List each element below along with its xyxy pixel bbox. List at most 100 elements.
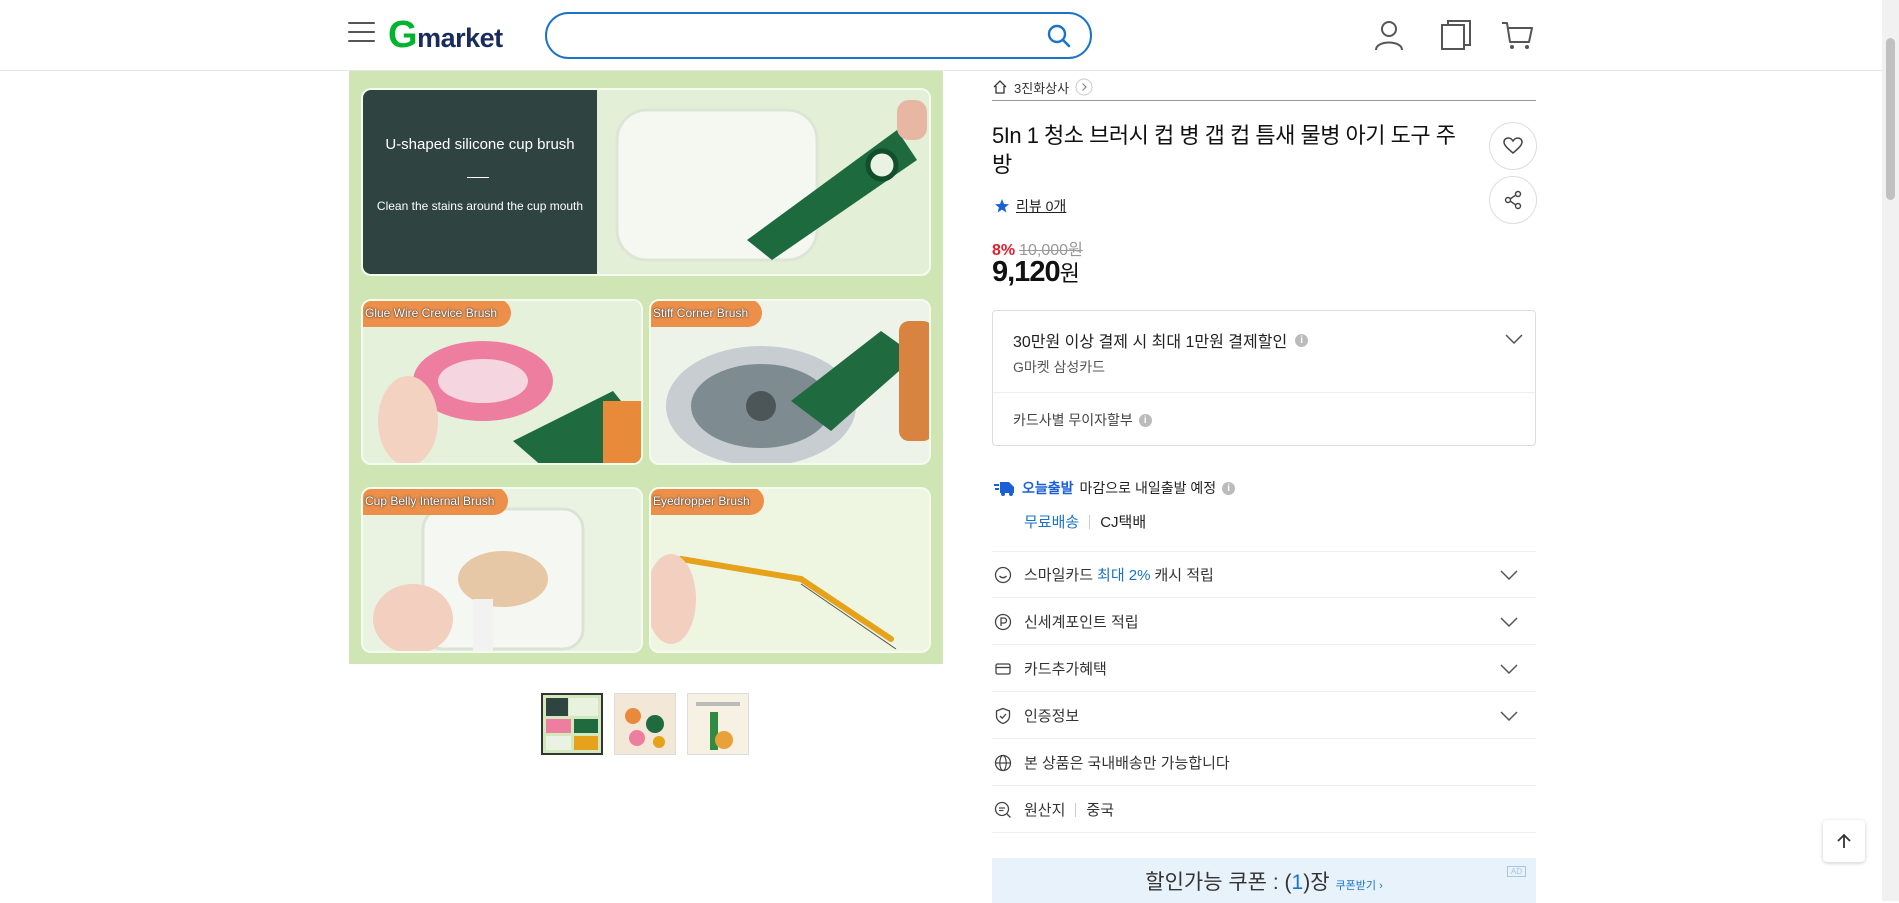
image-panel-eyedropper: Eyedropper Brush [649, 487, 931, 653]
info-icon[interactable]: i [1222, 481, 1236, 495]
image-panel-top: U-shaped silicone cup brush Clean the st… [361, 88, 931, 276]
get-coupon-link[interactable]: 쿠폰받기 › [1336, 880, 1383, 892]
scrollbar-thumb[interactable] [1886, 38, 1895, 200]
divider [1075, 802, 1077, 817]
divider [1089, 514, 1091, 529]
sale-price: 9,120원 [992, 256, 1080, 289]
carrier: CJ택배 [1100, 514, 1147, 531]
menu-icon[interactable] [348, 22, 375, 44]
product-main-image[interactable]: U-shaped silicone cup brush Clean the st… [349, 71, 943, 664]
seller-link[interactable]: 3진화상사 [992, 73, 1093, 101]
thumbnail-strip [541, 693, 749, 755]
tag-eyedropper: Eyedropper Brush [651, 489, 764, 515]
chevron-down-icon[interactable] [1505, 334, 1523, 344]
caption-divider [467, 177, 489, 178]
card-discount-text: 30만원 이상 결제 시 최대 1만원 결제할인 [1013, 334, 1288, 351]
ad-badge: AD [1506, 866, 1526, 877]
smile-icon [994, 566, 1012, 583]
today-ship-badge: 오늘출발 [1022, 480, 1074, 496]
coupon-text: 할인가능 쿠폰 : (1)장 쿠폰받기 › [992, 866, 1536, 896]
installment-text: 카드사별 무이자할부 [1013, 412, 1133, 428]
chevron-down-icon [1500, 617, 1518, 627]
page-scrollbar[interactable] [1882, 0, 1899, 901]
home-icon [993, 80, 1007, 94]
delivery-method: 무료배송 CJ택배 [1024, 511, 1146, 532]
magnifier-icon [994, 801, 1011, 818]
info-icon[interactable]: i [1138, 413, 1152, 427]
info-icon[interactable]: i [1295, 333, 1309, 347]
divider [993, 392, 1535, 393]
row-card-extra[interactable]: 카드추가혜택 [992, 646, 1536, 692]
share-button[interactable] [1489, 176, 1537, 224]
search-bar [545, 12, 1092, 59]
thumbnail-2[interactable] [614, 693, 676, 755]
header: Gmarket [0, 0, 1882, 71]
logo-g: G [388, 14, 418, 56]
credit-card-icon [995, 662, 1011, 675]
wishlist-button[interactable] [1489, 122, 1537, 170]
logo-text: market [417, 23, 503, 53]
shipping-info: 오늘출발 마감으로 내일출발 예정 i [994, 478, 1236, 498]
search-icon[interactable] [1046, 23, 1072, 49]
image-panel-cup-belly: Cup Belly Internal Brush [361, 487, 643, 653]
coupon-banner[interactable]: 할인가능 쿠폰 : (1)장 쿠폰받기 › AD [992, 858, 1536, 903]
user-icon[interactable] [1372, 18, 1406, 52]
origin-label: 원산지 [1024, 802, 1066, 819]
caption-subtext: Clean the stains around the cup mouth [376, 199, 584, 213]
gmarket-logo[interactable]: Gmarket [388, 14, 503, 56]
caption-heading: U-shaped silicone cup brush [385, 136, 575, 153]
caption-box: U-shaped silicone cup brush Clean the st… [363, 90, 597, 274]
point-icon [994, 613, 1012, 630]
arrow-up-icon [1837, 833, 1851, 848]
row-origin: 원산지 중국 [992, 787, 1536, 833]
thumbnail-3-image [688, 694, 748, 754]
card-extra-label: 카드추가혜택 [1024, 661, 1107, 678]
thumbnail-2-image [615, 694, 675, 754]
recent-items-icon[interactable] [1439, 18, 1473, 52]
product-title: 5In 1 청소 브러시 컵 병 갭 컵 틈새 물병 아기 도구 주방 [992, 123, 1456, 177]
share-icon [1504, 190, 1522, 210]
row-smilecard[interactable]: 스마일카드 최대 2% 캐시 적립 [992, 552, 1536, 598]
row-domestic-shipping: 본 상품은 국내배송만 가능합니다 [992, 740, 1536, 786]
coupon-count: 1 [1291, 871, 1304, 894]
row-certification[interactable]: 인증정보 [992, 693, 1536, 739]
chevron-down-icon [1500, 664, 1518, 674]
chevron-right-icon [1075, 78, 1093, 96]
domestic-label: 본 상품은 국내배송만 가능합니다 [1024, 755, 1230, 772]
free-shipping: 무료배송 [1024, 514, 1080, 531]
cart-icon[interactable] [1500, 18, 1534, 52]
seller-name: 3진화상사 [1014, 80, 1070, 96]
scroll-to-top-button[interactable] [1823, 820, 1865, 862]
row-ssg-point[interactable]: 신세계포인트 적립 [992, 599, 1536, 645]
globe-icon [994, 754, 1012, 771]
ssg-point-label: 신세계포인트 적립 [1024, 614, 1139, 631]
divider [992, 100, 1536, 101]
card-benefit-box: 30만원 이상 결제 시 최대 1만원 결제할인 i G마켓 삼성카드 카드사별… [992, 310, 1536, 446]
price-value: 9,120 [992, 256, 1061, 288]
search-input[interactable] [567, 24, 1027, 48]
review-link[interactable]: 리뷰 0개 [994, 196, 1066, 216]
image-panel-stiff-corner: Stiff Corner Brush [649, 299, 931, 465]
thumbnail-1-image [543, 695, 601, 753]
thumbnail-3[interactable] [687, 693, 749, 755]
smilecard-label: 스마일카드 [1024, 567, 1094, 584]
card-name: G마켓 삼성카드 [1013, 359, 1106, 375]
heart-icon [1503, 137, 1523, 154]
cup-brush-illustration [597, 90, 929, 274]
chevron-down-icon [1500, 711, 1518, 721]
fast-delivery-icon [994, 482, 1014, 496]
thumbnail-1[interactable] [541, 693, 603, 755]
card-discount[interactable]: 30만원 이상 결제 시 최대 1만원 결제할인 i [1013, 328, 1309, 352]
smilecard-rate: 최대 2% [1097, 567, 1151, 584]
chevron-down-icon [1500, 570, 1518, 580]
smilecard-suffix: 캐시 적립 [1154, 567, 1214, 584]
coupon-prefix: 할인가능 쿠폰 : ( [1145, 871, 1292, 894]
installment-info[interactable]: 카드사별 무이자할부 i [1013, 410, 1152, 430]
coupon-suffix: )장 [1303, 871, 1330, 894]
tag-stiff-corner: Stiff Corner Brush [651, 301, 763, 327]
price-unit: 원 [1059, 261, 1080, 286]
origin-value: 중국 [1086, 802, 1115, 819]
star-icon [995, 199, 1009, 213]
ship-schedule: 마감으로 내일출발 예정 [1079, 480, 1217, 496]
cert-label: 인증정보 [1024, 708, 1080, 725]
